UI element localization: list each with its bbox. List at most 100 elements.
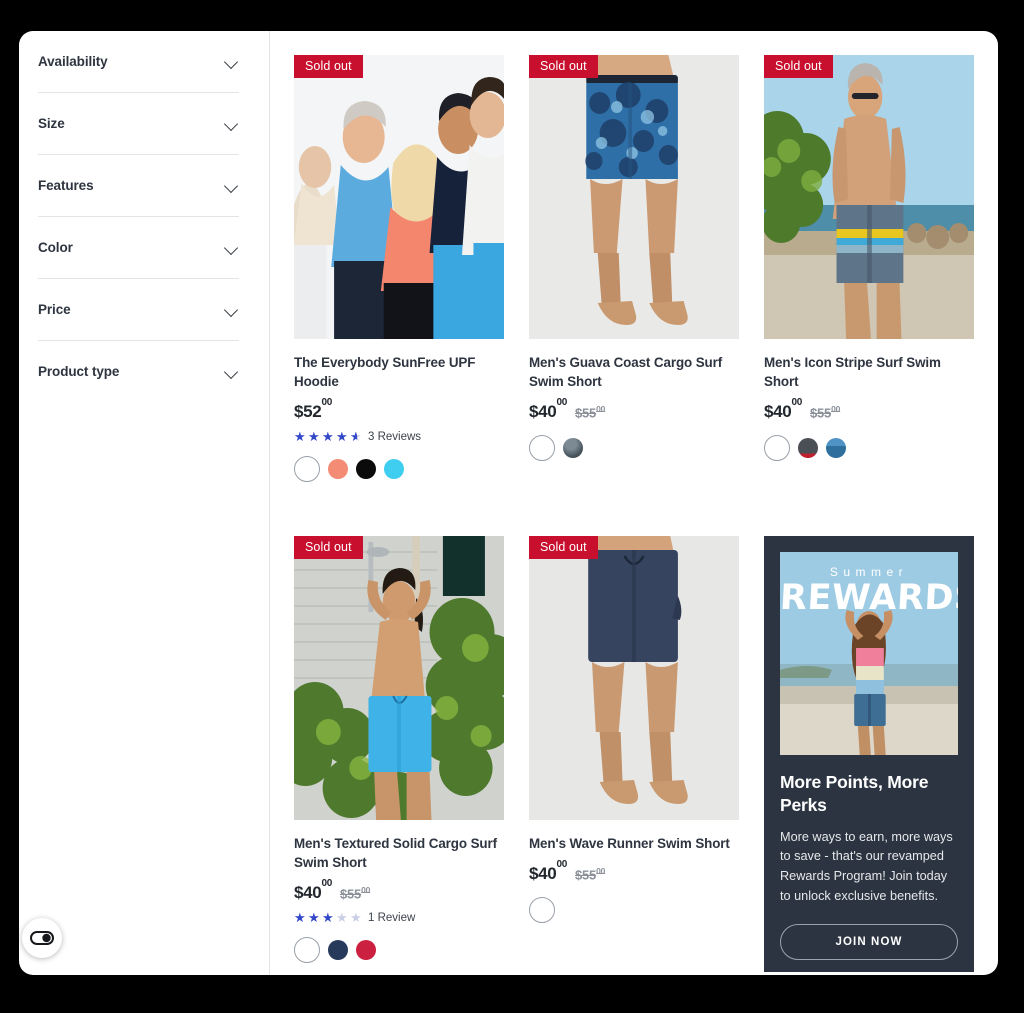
color-swatches[interactable] (294, 456, 504, 483)
join-now-button[interactable]: JOIN NOW (780, 924, 958, 961)
price-row: $4000 $5500 (529, 396, 739, 422)
product-title[interactable]: Men's Wave Runner Swim Short (529, 834, 739, 853)
color-swatch-cyan[interactable] (384, 459, 404, 480)
filter-group: Availability Size Features Color Price P… (38, 31, 269, 402)
promo-card[interactable]: Summer REWARDS More Points, More Perks M… (764, 536, 974, 975)
color-swatch-gray-yellow-stripe[interactable] (764, 435, 790, 462)
photo-art (529, 536, 739, 821)
accessibility-widget-button[interactable] (22, 918, 62, 958)
color-swatch-blue-stripe[interactable] (826, 438, 846, 459)
chevron-down-icon[interactable] (224, 243, 239, 252)
product-photo-beach (764, 55, 974, 339)
promo-body: More ways to earn, more ways to save - t… (780, 829, 953, 903)
status-badge: Sold out (294, 536, 363, 560)
promo-image: Summer REWARDS (780, 552, 958, 756)
color-swatch-light-blue[interactable] (294, 456, 320, 483)
product-photo-group (294, 55, 504, 339)
color-swatch-cyan[interactable] (294, 937, 320, 964)
promo-heading: More Points, More Perks (780, 772, 929, 815)
price-row: $4000 $5500 (294, 877, 504, 903)
rewards-promo: Summer REWARDS More Points, More Perks M… (764, 536, 974, 973)
product-card[interactable]: Sold out (764, 55, 974, 492)
review-count[interactable]: 1 Review (368, 912, 415, 924)
color-swatches[interactable] (764, 435, 974, 462)
status-badge: Sold out (294, 55, 363, 78)
product-image[interactable]: Sold out (529, 536, 739, 821)
filter-price[interactable]: Price (38, 279, 239, 340)
rating-row[interactable]: ★ ★ ★ ★ ★ ★ ★ ★ ★ ★ 3 Reviews (294, 430, 504, 443)
product-price: $4000 (764, 396, 802, 422)
filter-size[interactable]: Size (38, 93, 239, 154)
chevron-down-icon[interactable] (224, 119, 239, 128)
product-image[interactable]: Sold out (529, 55, 739, 339)
color-swatch-navy[interactable] (328, 940, 348, 961)
color-swatch-coral[interactable] (328, 459, 348, 480)
status-badge: Sold out (529, 55, 598, 78)
promo-eyebrow: Summer (829, 565, 909, 580)
product-card[interactable]: Sold out (294, 536, 504, 975)
product-image[interactable]: Sold out (764, 55, 974, 339)
product-image[interactable]: Sold out (294, 55, 504, 339)
photo-art (764, 55, 974, 339)
color-swatches[interactable] (529, 897, 739, 924)
product-title[interactable]: Men's Icon Stripe Surf Swim Short (764, 353, 974, 391)
filter-label: Features (38, 178, 94, 193)
color-swatch-red[interactable] (356, 940, 376, 961)
compare-price: $5500 (340, 884, 371, 902)
filter-availability[interactable]: Availability (38, 31, 239, 92)
compare-price: $5500 (810, 403, 841, 421)
price-row: $4000 $5500 (764, 396, 974, 422)
filter-color[interactable]: Color (38, 217, 239, 278)
photo-art (294, 55, 504, 339)
price-row: $5200 (294, 396, 504, 422)
product-photo-shower (294, 536, 504, 821)
product-price: $4000 (529, 396, 567, 422)
filter-label: Product type (38, 364, 120, 379)
filter-product-type[interactable]: Product type (38, 341, 239, 402)
color-swatches[interactable] (294, 937, 504, 964)
status-badge: Sold out (764, 55, 833, 78)
color-swatch-navy[interactable] (529, 897, 555, 924)
product-title[interactable]: Men's Textured Solid Cargo Surf Swim Sho… (294, 834, 504, 872)
product-title[interactable]: The Everybody SunFree UPF Hoodie (294, 353, 504, 391)
accessibility-toggle-icon (30, 931, 54, 945)
photo-art (294, 536, 504, 821)
product-photo-studio (529, 536, 739, 821)
product-grid: Sold out The Everybody SunFree UPF Hoodi… (294, 55, 974, 975)
product-grid-area: Sold out The Everybody SunFree UPF Hoodi… (270, 31, 998, 975)
color-swatch-blue-floral[interactable] (529, 435, 555, 462)
product-card[interactable]: Sold out (529, 536, 739, 975)
product-card[interactable]: Sold out (294, 55, 504, 492)
status-badge: Sold out (529, 536, 598, 560)
rating-row[interactable]: ★★★★★★★★★★ 1 Review (294, 911, 504, 924)
product-price: $4000 (529, 858, 567, 884)
star-rating: ★★★★★★★★★★ (294, 910, 362, 926)
product-price: $5200 (294, 396, 332, 422)
color-swatch-black[interactable] (356, 459, 376, 480)
product-price: $4000 (294, 877, 332, 903)
color-swatches[interactable] (529, 435, 739, 462)
page-card: Availability Size Features Color Price P… (19, 31, 998, 975)
filter-label: Color (38, 240, 73, 255)
chevron-down-icon[interactable] (224, 367, 239, 376)
price-row: $4000 $5500 (529, 858, 739, 884)
color-swatch-gray-floral[interactable] (563, 438, 583, 459)
product-photo-studio (529, 55, 739, 339)
star-rating: ★★★★★★★★★★ (294, 429, 362, 445)
photo-art (529, 55, 739, 339)
filter-sidebar: Availability Size Features Color Price P… (19, 31, 270, 975)
product-card[interactable]: Sold out (529, 55, 739, 492)
review-count[interactable]: 3 Reviews (368, 431, 421, 443)
product-title[interactable]: Men's Guava Coast Cargo Surf Swim Short (529, 353, 739, 391)
color-swatch-charcoal-red-stripe[interactable] (798, 438, 818, 459)
promo-wordmark: REWARDS (780, 578, 958, 619)
compare-price: $5500 (575, 403, 606, 421)
chevron-down-icon[interactable] (224, 305, 239, 314)
filter-label: Price (38, 302, 71, 317)
filter-features[interactable]: Features (38, 155, 239, 216)
chevron-down-icon[interactable] (224, 181, 239, 190)
filter-label: Size (38, 116, 65, 131)
chevron-down-icon[interactable] (224, 57, 239, 66)
product-image[interactable]: Sold out (294, 536, 504, 821)
compare-price: $5500 (575, 865, 606, 883)
